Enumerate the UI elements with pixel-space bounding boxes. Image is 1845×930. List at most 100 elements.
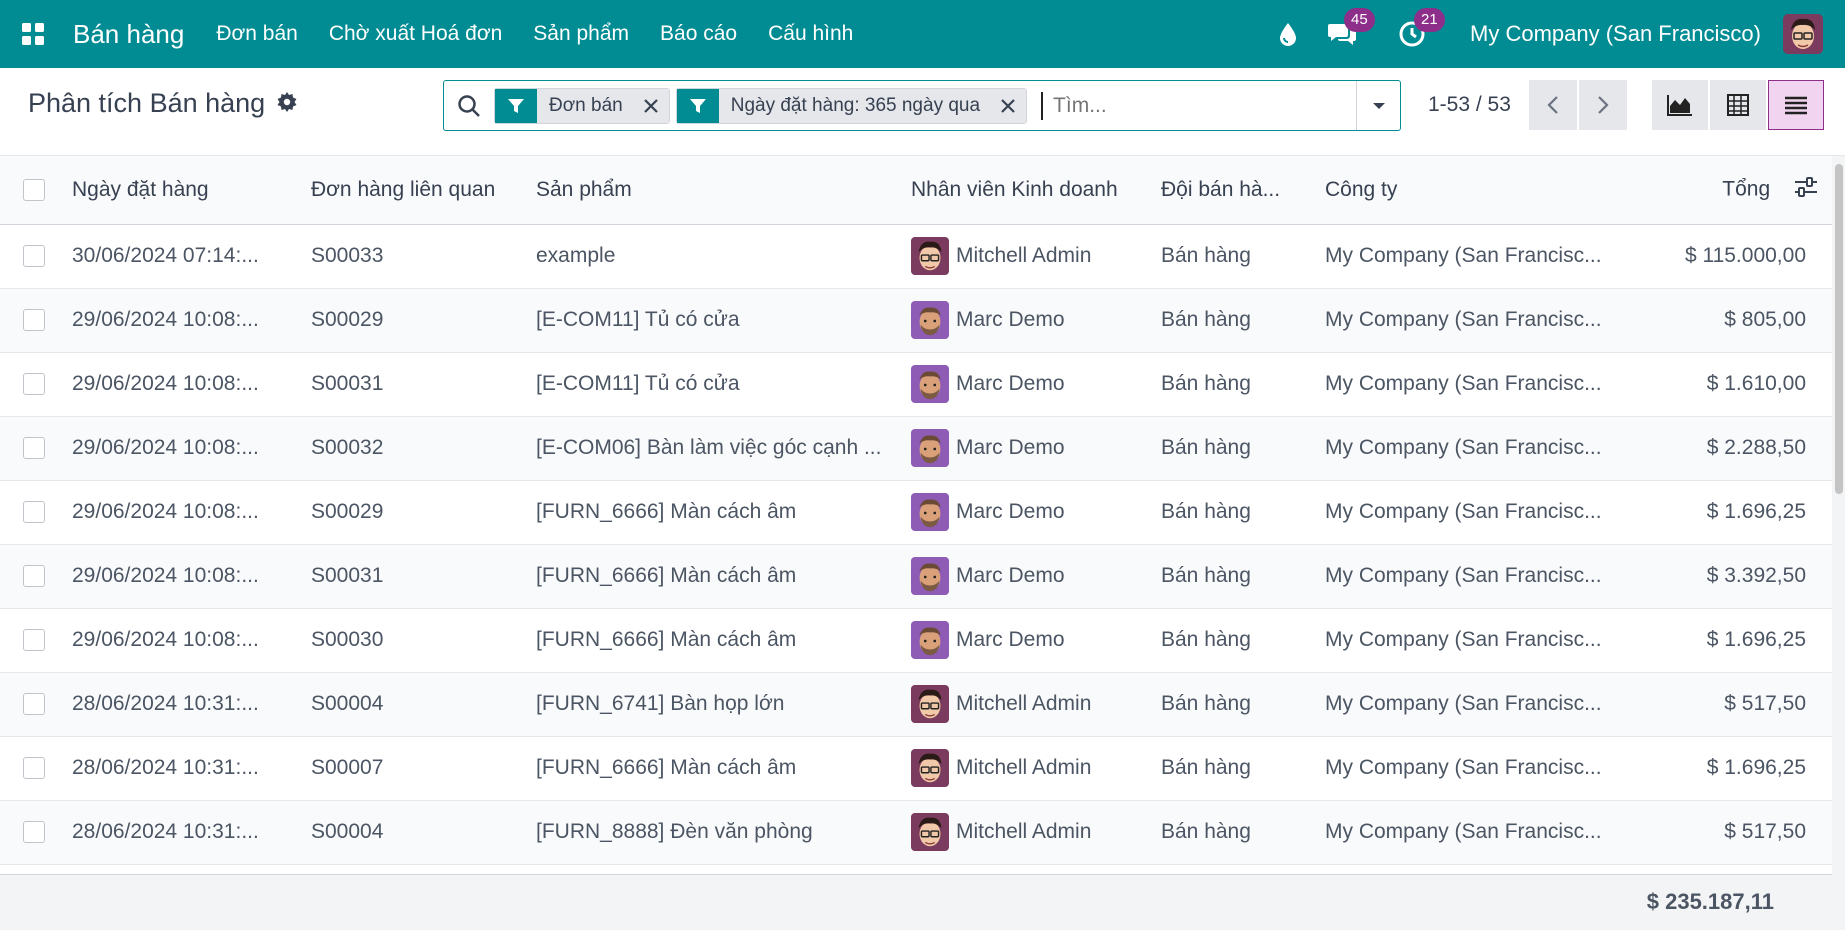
filter-icon [676,88,719,123]
cell-salesperson: Mitchell Admin [911,813,1161,851]
company-switcher[interactable]: My Company (San Francisco) [1470,21,1761,47]
close-icon[interactable] [632,88,669,123]
activities-icon[interactable]: 21 [1394,8,1445,52]
table-row[interactable]: 29/06/2024 10:08:... S00032 [E-COM06] Bàn … [0,416,1832,480]
table-row[interactable]: 28/06/2024 10:31:... S00007 [FURN_6666] Mà… [0,736,1832,800]
cell-salesperson: Mitchell Admin [911,685,1161,723]
gear-icon[interactable] [277,88,297,119]
cell-product: [FURN_6666] Màn cách âm [536,756,797,779]
row-checkbox[interactable] [23,757,45,779]
cell-total: $ 1.696,25 [1706,628,1806,651]
graph-view-button[interactable] [1652,80,1708,130]
pager-previous-button[interactable] [1529,80,1577,130]
column-header-salesperson[interactable]: Nhân viên Kinh doanh [911,156,1161,224]
cell-product: [FURN_8888] Đèn văn phòng [536,820,813,843]
messages-icon[interactable]: 45 [1324,8,1375,52]
avatar [911,301,949,339]
avatar [911,365,949,403]
cell-order-date: 29/06/2024 10:08:... [72,308,259,331]
cell-product: [FURN_6666] Màn cách âm [536,500,797,523]
row-checkbox[interactable] [23,629,45,651]
table-header-row: Ngày đặt hàng Đơn hàng liên quan Sản phẩ… [0,156,1832,224]
cell-total: $ 3.392,50 [1706,564,1806,587]
cell-sales-team: Bán hàng [1161,820,1251,843]
salesperson-name: Marc Demo [956,628,1065,651]
search-dropdown-toggle[interactable] [1356,81,1400,130]
cell-sales-team: Bán hàng [1161,436,1251,459]
menu-item-to-invoice[interactable]: Chờ xuất Hoá đơn [329,22,502,46]
column-header-product[interactable]: Sản phẩm [536,156,911,224]
search-icon[interactable] [444,81,494,130]
drop-icon[interactable] [1270,16,1306,52]
salesperson-name: Mitchell Admin [956,692,1092,715]
table-row[interactable]: 29/06/2024 10:08:... S00029 [FURN_6666] Mà… [0,480,1832,544]
column-header-order-date[interactable]: Ngày đặt hàng [72,156,311,224]
filter-facet-sales-order: Đơn bán [494,87,670,124]
list-view-button[interactable] [1768,80,1824,130]
row-checkbox[interactable] [23,821,45,843]
table-row[interactable]: 29/06/2024 10:08:... S00031 [FURN_6666] Mà… [0,544,1832,608]
table-row[interactable]: 30/06/2024 07:14:... S00033 example Mitchel… [0,224,1832,288]
row-checkbox[interactable] [23,437,45,459]
table-row[interactable]: 29/06/2024 10:08:... S00030 [FURN_6666] Mà… [0,608,1832,672]
pager-next-button[interactable] [1579,80,1627,130]
app-grid-icon[interactable] [0,0,66,68]
cell-related-order: S00004 [311,820,384,843]
activities-badge: 21 [1414,8,1445,32]
cell-product: [FURN_6741] Bàn họp lớn [536,692,785,715]
pivot-view-button[interactable] [1710,80,1766,130]
top-navbar: Bán hàng Đơn bán Chờ xuất Hoá đơn Sản ph… [0,0,1845,68]
avatar [911,685,949,723]
app-name[interactable]: Bán hàng [73,19,184,50]
cell-salesperson: Marc Demo [911,621,1161,659]
optional-columns-icon[interactable] [1794,176,1818,204]
list-view: Ngày đặt hàng Đơn hàng liên quan Sản phẩ… [0,156,1832,930]
pager-value[interactable]: 1-53 / 53 [1428,93,1511,117]
sales-analysis-table: Ngày đặt hàng Đơn hàng liên quan Sản phẩ… [0,156,1832,865]
cell-sales-team: Bán hàng [1161,628,1251,651]
cell-total: $ 517,50 [1724,692,1806,715]
select-all-checkbox[interactable] [23,178,45,201]
cell-related-order: S00032 [311,436,384,459]
row-checkbox[interactable] [23,565,45,587]
user-avatar[interactable] [1783,14,1823,54]
column-header-sales-team[interactable]: Đội bán hà... [1161,156,1325,224]
cell-company: My Company (San Francisc... [1325,692,1602,715]
cell-total: $ 115.000,00 [1684,244,1806,267]
row-checkbox[interactable] [23,309,45,331]
cell-salesperson: Marc Demo [911,429,1161,467]
menu-item-reporting[interactable]: Báo cáo [660,22,737,46]
cell-related-order: S00031 [311,372,384,395]
page-title-wrap: Phân tích Bán hàng [28,88,297,119]
table-row[interactable]: 28/06/2024 10:31:... S00004 [FURN_6741] Bà… [0,672,1832,736]
row-checkbox[interactable] [23,501,45,523]
cell-company: My Company (San Francisc... [1325,564,1602,587]
menu-item-configuration[interactable]: Cấu hình [768,22,853,46]
row-checkbox[interactable] [23,245,45,267]
cell-related-order: S00004 [311,692,384,715]
search-input[interactable] [1041,91,1356,120]
cell-product: [E-COM06] Bàn làm việc góc cạnh ... [536,436,882,459]
salesperson-name: Mitchell Admin [956,756,1092,779]
scrollbar[interactable] [1832,156,1845,930]
close-icon[interactable] [990,88,1027,123]
row-checkbox[interactable] [23,373,45,395]
cell-total: $ 1.610,00 [1706,372,1806,395]
table-row[interactable]: 29/06/2024 10:08:... S00029 [E-COM11] Tủ c… [0,288,1832,352]
menu-item-orders[interactable]: Đơn bán [216,22,298,46]
scrollbar-thumb[interactable] [1835,164,1843,494]
messages-badge: 45 [1344,8,1375,32]
cell-company: My Company (San Francisc... [1325,308,1602,331]
avatar [911,429,949,467]
column-header-total[interactable]: Tổng [1722,177,1770,200]
column-header-company[interactable]: Công ty [1325,156,1643,224]
cell-sales-team: Bán hàng [1161,564,1251,587]
table-row[interactable]: 29/06/2024 10:08:... S00031 [E-COM11] Tủ c… [0,352,1832,416]
cell-sales-team: Bán hàng [1161,692,1251,715]
row-checkbox[interactable] [23,693,45,715]
cell-total: $ 517,50 [1724,820,1806,843]
column-header-related-order[interactable]: Đơn hàng liên quan [311,156,536,224]
cell-company: My Company (San Francisc... [1325,244,1602,267]
menu-item-products[interactable]: Sản phẩm [533,22,629,46]
table-row[interactable]: 28/06/2024 10:31:... S00004 [FURN_8888] Đè… [0,800,1832,864]
